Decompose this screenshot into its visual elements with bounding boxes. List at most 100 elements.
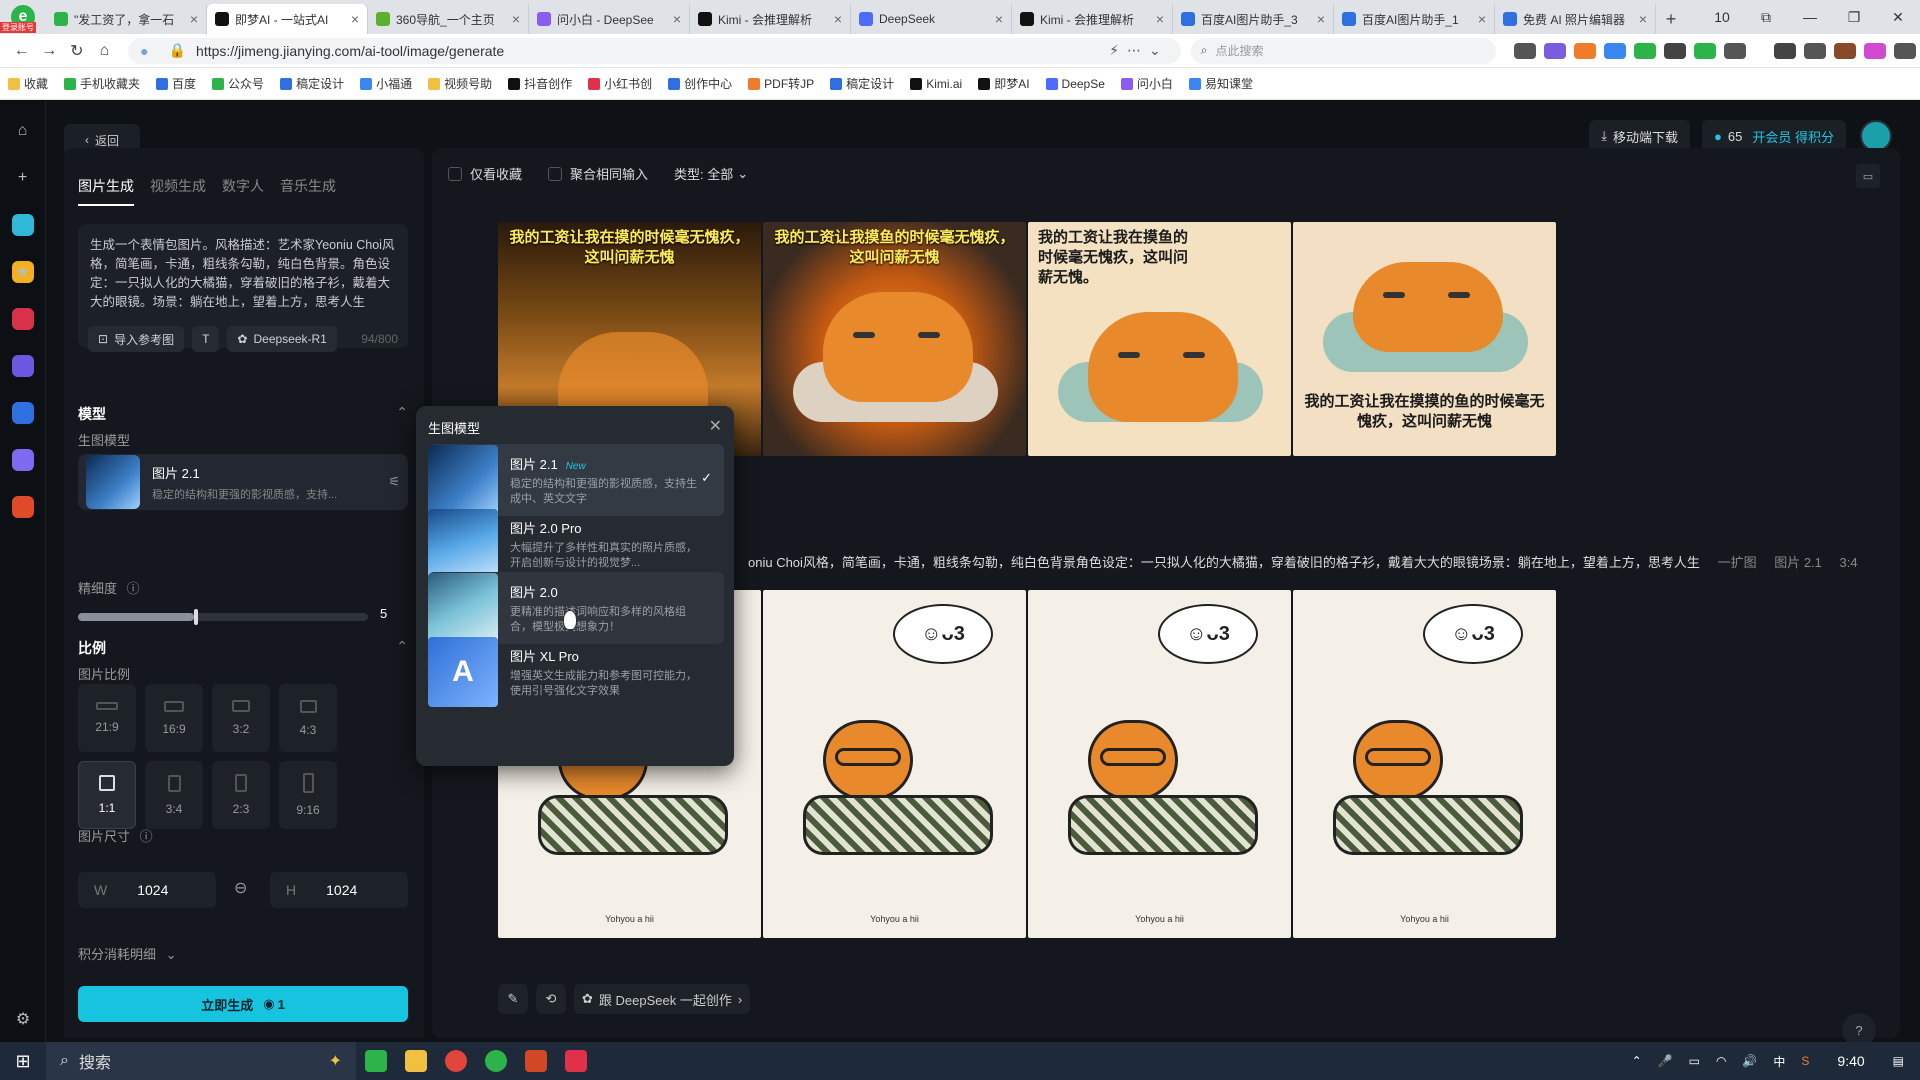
bookmark-item[interactable]: DeepSe [1045,77,1105,91]
plus-icon[interactable]: + [12,167,34,189]
ratio-option[interactable]: 3:4 [145,761,203,829]
close-tab-icon[interactable]: × [351,11,359,27]
mode-tab[interactable]: 视频生成 [150,176,206,206]
ratio-option[interactable]: 9:16 [279,761,337,829]
minimize-button[interactable]: — [1788,9,1832,25]
edit-icon[interactable]: ✎ [498,984,528,1014]
game-icon[interactable] [11,496,34,518]
shield-icon[interactable]: ● [140,43,148,59]
tab-count[interactable]: 10 [1700,9,1744,25]
clock[interactable]: 9:40 [1837,1053,1864,1069]
bookmark-item[interactable]: 手机收藏夹 [64,75,140,92]
bookmark-item[interactable]: 百度 [156,75,196,92]
browser-tab[interactable]: "发工资了，拿一石 × [46,4,207,34]
login-badge[interactable]: 登录账号 [0,22,36,33]
result-image[interactable]: ☺ᴗ3 Yohyou a hii [763,590,1026,938]
restore-button[interactable]: ❐ [1832,9,1876,26]
ratio-option[interactable]: 2:3 [212,761,270,829]
briefcase-icon[interactable] [1833,42,1856,59]
back-icon[interactable]: ← [8,42,36,60]
taskbar-capcut-icon[interactable] [556,1042,596,1080]
mode-tab[interactable]: 音乐生成 [280,176,336,206]
bookmark-item[interactable]: 小红书创 [588,75,652,92]
puzzle-icon[interactable] [1723,42,1746,59]
generate-button[interactable]: 立即生成 ◉ 1 [78,986,408,1022]
ext-green-icon[interactable] [1633,42,1656,59]
bookmark-item[interactable]: 视频号助 [428,75,492,92]
regenerate-icon[interactable]: ⟲ [536,984,566,1014]
bookmark-item[interactable]: 稿定设计 [280,75,344,92]
ext-purple-icon[interactable] [1543,42,1566,59]
cut-icon[interactable] [1513,42,1536,59]
bookmark-item[interactable]: 即梦AI [978,75,1030,92]
model-option[interactable]: 图片 2.1 New 稳定的结构和更强的影视质感，支持生成中、英文文字 ✓ [428,444,724,516]
merge-filter[interactable]: 聚合相同输入 [548,164,648,183]
model-option[interactable]: 图片 2.0 更精准的描述词响应和多样的风格组合，模型极具想象力！ [428,572,724,644]
gear-icon[interactable]: ⚙ [12,1008,34,1030]
close-tab-icon[interactable]: × [995,11,1003,27]
height-value[interactable]: 1024 [326,882,357,898]
model-option[interactable]: A 图片 XL Pro 增强英文生成能力和参考图可控能力，使用引号强化文字效果 [428,636,724,708]
ratio-option[interactable]: 3:2 [212,684,270,752]
address-bar[interactable]: ● 🔒 https://jimeng.jianying.com/ai-tool/… [128,37,1181,64]
width-value[interactable]: 1024 [137,882,168,898]
credits-detail-toggle[interactable]: 积分消耗明细 ⌄ [78,944,177,963]
new-tab-button[interactable]: + [1656,4,1686,34]
ext-color-icon[interactable] [1863,42,1886,59]
chat-icon[interactable] [11,449,34,471]
forward-icon[interactable]: → [36,42,64,60]
browser-tab[interactable]: 百度AI图片助手_3 × [1173,4,1334,34]
close-tab-icon[interactable]: × [190,11,198,27]
bookmark-item[interactable]: 问小白 [1120,75,1173,92]
volume-icon[interactable]: 🔊 [1742,1054,1757,1068]
ime-indicator[interactable]: 中 [1773,1053,1785,1070]
result-image[interactable]: 我的工资让我在摸鱼的时候毫无愧疚，这叫问薪无愧。 [1028,222,1291,456]
collections-icon[interactable]: ⧉ [1744,9,1788,26]
browser-tab[interactable]: 免费 AI 照片编辑器 × [1495,4,1656,34]
taskbar-wechat-icon[interactable] [476,1042,516,1080]
favorites-filter[interactable]: 仅看收藏 [448,164,522,183]
prompt-info-text[interactable]: oniu Choi风格，简笔画，卡通，粗线条勾勒，纯白色背景角色设定：一只拟人化… [748,555,1700,570]
checkbox[interactable] [448,166,462,181]
ai-blue-icon[interactable] [11,402,34,424]
browser-tab[interactable]: 360导航_一个主页 × [368,4,529,34]
panel-toggle-icon[interactable]: ▭ [1856,164,1880,188]
info-icon[interactable]: ⓘ [140,829,153,844]
link-icon[interactable]: ⊖ [234,878,247,898]
close-tab-icon[interactable]: × [1639,11,1647,27]
close-tab-icon[interactable]: × [1478,11,1486,27]
browser-logo[interactable]: e 登录账号 [0,0,46,34]
home-icon[interactable]: ⌂ [12,120,34,142]
model-selector[interactable]: 图片 2.1 稳定的结构和更强的影视质感，支持... ⚟ [78,454,408,510]
browser-tab[interactable]: DeepSeek × [851,4,1012,34]
wifi-icon[interactable]: ◠ [1716,1054,1726,1068]
chevron-up-icon[interactable]: ⌃ [396,638,408,655]
browser-tab[interactable]: Kimi - 会推理解析 × [690,4,851,34]
taskbar-folder-icon[interactable] [396,1042,436,1080]
model-section-header[interactable]: 模型 ⌃ [78,404,408,424]
taskbar-chrome-icon[interactable] [436,1042,476,1080]
close-tab-icon[interactable]: × [1317,11,1325,27]
model-option[interactable]: 图片 2.0 Pro 大幅提升了多样性和真实的照片质感，开启创新与设计的视觉梦..… [428,508,724,580]
taskbar-search[interactable]: ⌕ 搜索 ✦ [46,1042,356,1080]
close-tab-icon[interactable]: × [512,11,520,27]
bookmark-item[interactable]: PDF转JP [748,75,814,92]
ratio-option[interactable]: 4:3 [279,684,337,752]
notification-icon[interactable]: ▤ [1893,1054,1904,1068]
mic-icon[interactable]: 🎤 [1658,1054,1673,1068]
close-icon[interactable]: ✕ [709,416,722,436]
reload-icon[interactable]: ↻ [63,41,91,61]
ratio-section-header[interactable]: 比例 ⌃ [78,638,408,658]
ratio-option[interactable]: 1:1 [78,761,136,829]
mode-tab[interactable]: 数字人 [222,176,264,206]
address-tools[interactable]: ⚡⋯⌄ [1109,42,1169,59]
info-icon[interactable]: ⓘ [127,581,140,596]
bookmark-item[interactable]: 稿定设计 [830,75,894,92]
taskbar-ppt-icon[interactable] [516,1042,556,1080]
ext-check-icon[interactable] [1693,42,1716,59]
bookmark-item[interactable]: 小福通 [360,75,412,92]
deepseek-create-button[interactable]: ✿ 跟 DeepSeek 一起创作 › [574,984,751,1014]
app-red-icon[interactable] [11,308,34,330]
browser-tab[interactable]: 即梦AI - 一站式AI × [207,4,368,34]
bookmark-item[interactable]: 抖音创作 [508,75,572,92]
